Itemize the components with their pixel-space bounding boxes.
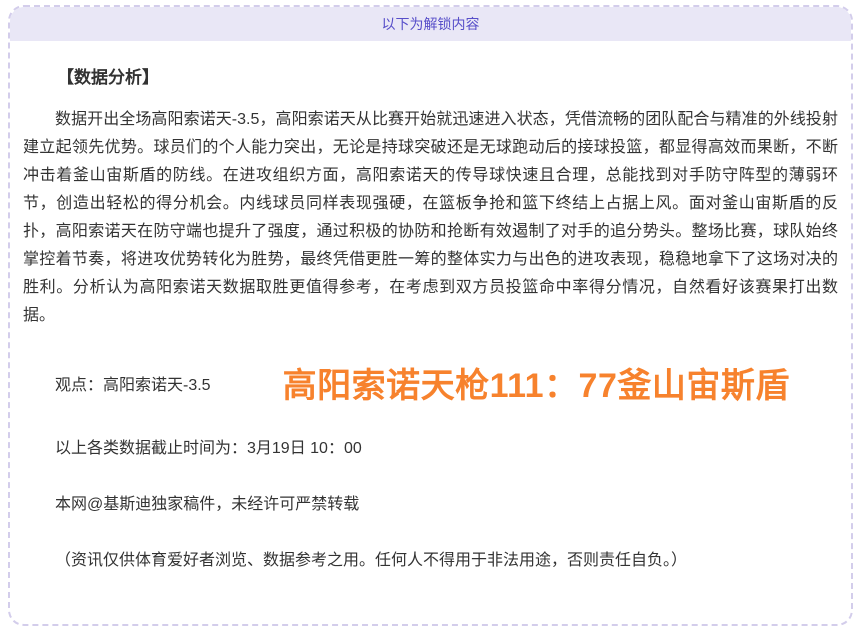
viewpoint-row: 观点：高阳索诺天-3.5 高阳索诺天枪111：77釜山宙斯盾 (23, 358, 838, 407)
unlocked-banner: 以下为解锁内容 (10, 7, 851, 41)
data-deadline-text: 以上各类数据截止时间为：3月19日 10：00 (23, 435, 838, 463)
copyright-text: 本网@基斯迪独家稿件，未经许可严禁转载 (23, 491, 838, 519)
disclaimer-text: （资讯仅供体育爱好者浏览、数据参考之用。任何人不得用于非法用途，否则责任自负。） (23, 547, 838, 575)
viewpoint-text: 观点：高阳索诺天-3.5 (23, 371, 211, 395)
analysis-paragraph: 数据开出全场高阳索诺天-3.5，高阳索诺天从比赛开始就迅速进入状态，凭借流畅的团… (23, 106, 838, 330)
section-heading: 【数据分析】 (23, 66, 838, 90)
page: 以下为解锁内容 【数据分析】 数据开出全场高阳索诺天-3.5，高阳索诺天从比赛开… (0, 0, 861, 630)
article-content: 【数据分析】 数据开出全场高阳索诺天-3.5，高阳索诺天从比赛开始就迅速进入状态… (10, 66, 851, 575)
unlocked-content-panel: 以下为解锁内容 【数据分析】 数据开出全场高阳索诺天-3.5，高阳索诺天从比赛开… (8, 5, 853, 626)
score-highlight: 高阳索诺天枪111：77釜山宙斯盾 (283, 358, 790, 407)
unlocked-banner-label: 以下为解锁内容 (382, 16, 480, 32)
